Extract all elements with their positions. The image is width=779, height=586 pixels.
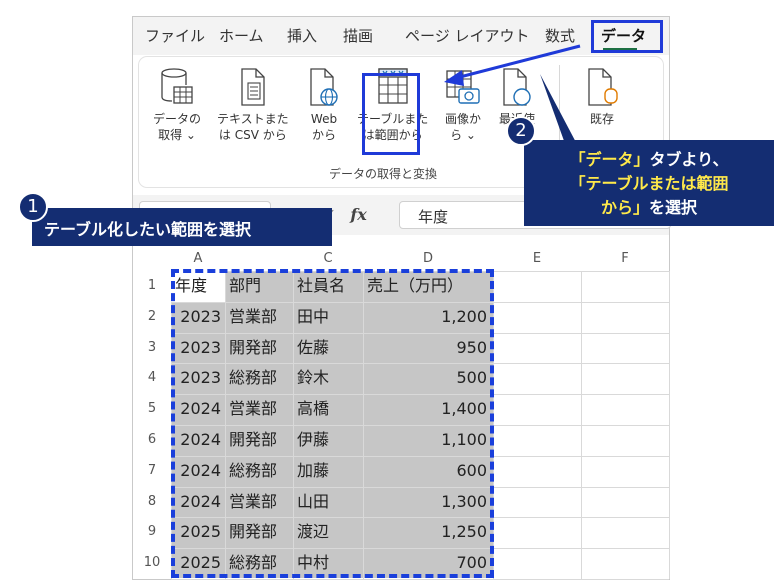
step1-callout: テーブル化したい範囲を選択 — [32, 208, 332, 246]
step1-text: テーブル化したい範囲を選択 — [44, 220, 252, 239]
step2-callout: 「データ」タブより、 「テーブルまたは範囲 から」を選択 — [524, 140, 774, 226]
data-tab-arrow-head — [444, 70, 464, 86]
step1-number-badge: 1 — [18, 192, 48, 222]
data-tab-arrow-line — [455, 44, 581, 80]
step2-line3: から」を選択 — [600, 198, 698, 217]
step2-number-badge: 2 — [506, 116, 536, 146]
callout-arrows — [444, 44, 581, 152]
step2-line1: 「データ」タブより、 — [569, 150, 729, 169]
step2-line2: 「テーブルまたは範囲 — [569, 174, 729, 193]
